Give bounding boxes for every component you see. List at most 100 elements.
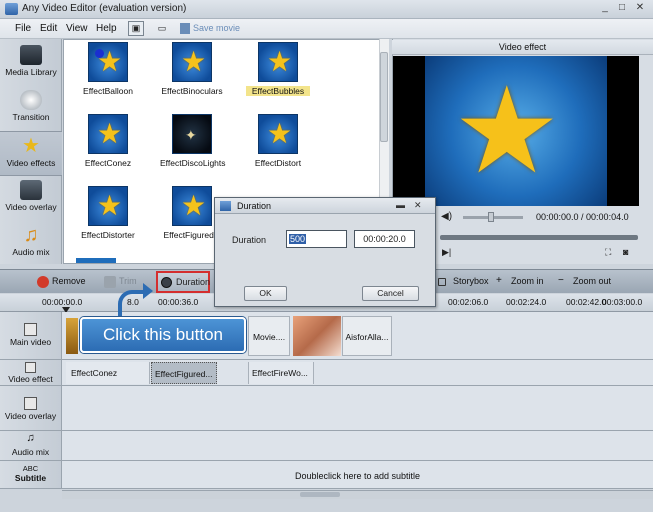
volume-slider-thumb[interactable] (488, 212, 494, 222)
callout-arrowhead (143, 283, 153, 299)
effect-thumb-bubbles[interactable]: ★ EffectBubbles (246, 42, 310, 96)
main-clip-thumb[interactable] (293, 316, 341, 356)
library-scroll-thumb[interactable] (380, 52, 388, 142)
trim-label: Trim (119, 276, 137, 286)
ruler-tick: 00:02:24.0 (506, 297, 547, 307)
timeline-scrollbar[interactable] (62, 490, 653, 499)
star-icon: ★ (453, 64, 561, 198)
abc-icon: ABC (22, 464, 39, 473)
sidebar-item-label: Transition (12, 112, 50, 122)
dialog-icon (220, 201, 231, 211)
time-input[interactable]: 00:00:20.0 (354, 230, 415, 248)
main-clip[interactable]: Movie.... (248, 316, 290, 356)
main-clip[interactable]: AisforAlla... (342, 316, 392, 356)
effect-thumb-distorter[interactable]: ★ EffectDistorter (76, 186, 140, 240)
track-label-text: Main video (9, 337, 52, 347)
effect-label: EffectBalloon (83, 86, 133, 96)
effect-thumb-balloon[interactable]: ★ EffectBalloon (76, 42, 140, 96)
track-label-text: Subtitle (14, 473, 47, 483)
cancel-button[interactable]: Cancel (362, 286, 419, 301)
track-label-text: Audio mix (11, 447, 50, 457)
trim-button[interactable]: Trim (102, 273, 137, 291)
sidebar-item-audio-mix[interactable]: ♫ Audio mix (0, 221, 62, 266)
sidebar-item-label: Video overlay (5, 202, 57, 212)
maximize-button[interactable]: □ (615, 2, 629, 15)
effect-label: EffectDistort (254, 158, 302, 168)
duration-field-label: Duration (232, 235, 267, 245)
screen-mode-icon[interactable]: ▣ (128, 21, 144, 36)
effect-label: EffectBinoculars (161, 86, 223, 96)
effect-preview-image: ★ (88, 186, 128, 226)
sidebar-item-video-overlay[interactable]: Video overlay (0, 176, 62, 221)
save-movie-button[interactable]: Save movie (193, 23, 240, 33)
close-button[interactable]: ✕ (633, 2, 647, 15)
sidebar-item-transition[interactable]: Transition (0, 86, 62, 131)
minimize-button[interactable]: _ (598, 2, 612, 15)
fullscreen-icon[interactable]: ⛶ (605, 247, 611, 258)
overlay-icon (24, 397, 37, 410)
ruler-tick: 00:00:00.0 (42, 297, 83, 307)
effect-track-icon (25, 362, 36, 373)
effect-label: EffectDistorter (81, 230, 135, 240)
overlay-icon (20, 180, 42, 200)
effect-thumb-distort[interactable]: ★ EffectDistort (246, 114, 310, 168)
zoom-out-button[interactable]: − Zoom out (556, 273, 611, 291)
music-note-icon: ♫ (23, 224, 39, 246)
menu-edit[interactable]: Edit (40, 23, 57, 34)
zoom-in-button[interactable]: + Zoom in (494, 273, 544, 291)
remove-button[interactable]: Remove (35, 273, 86, 291)
effect-preview-image: ★ (88, 114, 128, 154)
effect-clip[interactable]: EffectFireWo... (248, 362, 314, 384)
save-disk-icon (180, 23, 190, 34)
track-label-subtitle: ABC Subtitle (0, 461, 62, 489)
playback-progress[interactable] (440, 235, 638, 240)
next-frame-icon[interactable]: ▶| (442, 247, 451, 258)
dialog-close-button[interactable]: ✕ (414, 200, 422, 211)
dialog-minimize-button[interactable]: ▬ (396, 200, 405, 210)
effect-preview-image: ★ (172, 42, 212, 82)
sidebar-item-media-library[interactable]: Media Library (0, 41, 62, 86)
app-icon (5, 3, 18, 15)
frames-input[interactable]: 500 (286, 230, 347, 248)
menu-file[interactable]: File (15, 23, 31, 34)
track-label-video-effect: Video effect (0, 360, 62, 386)
effect-clip-selected[interactable]: EffectFigured... (151, 362, 217, 384)
effect-thumb-discolights[interactable]: ✦ EffectDiscoLights (160, 114, 226, 168)
preview-screen: ★ (393, 56, 639, 206)
effect-thumb-binoculars[interactable]: ★ EffectBinoculars (160, 42, 224, 96)
menu-help[interactable]: Help (96, 23, 117, 34)
disc-icon (20, 90, 42, 110)
effect-thumb-conez[interactable]: ★ EffectConez (76, 114, 140, 168)
sidebar-item-video-effects[interactable]: ★ Video effects (0, 131, 62, 176)
effect-label: EffectConez (84, 158, 132, 168)
trim-icon (104, 276, 116, 288)
monitor-icon[interactable]: ▭ (154, 21, 170, 36)
snapshot-icon[interactable]: ◙ (623, 247, 628, 257)
volume-icon[interactable]: ◀) (441, 211, 452, 222)
effect-clip[interactable]: EffectConez (66, 362, 150, 384)
sidebar-item-label: Media Library (5, 67, 57, 77)
duration-label: Duration (176, 277, 211, 287)
storybox-button[interactable]: Storybox (436, 273, 489, 291)
storybox-icon (438, 278, 446, 286)
ruler-tick: 00:03:00.0 (602, 297, 643, 307)
effect-label: EffectDiscoLights (160, 158, 226, 168)
ok-button[interactable]: OK (244, 286, 287, 301)
menu-view[interactable]: View (66, 23, 88, 34)
video-overlay-track[interactable] (62, 386, 653, 431)
sidebar-item-label: Audio mix (12, 247, 50, 257)
track-label-audio-mix: ♫ Audio mix (0, 431, 62, 461)
ruler-tick: 00:02:06.0 (448, 297, 489, 307)
clock-icon (161, 277, 172, 288)
subtitle-hint[interactable]: Doubleclick here to add subtitle (62, 465, 653, 487)
effect-preview-image: ★ (88, 42, 128, 82)
preview-title: Video effect (392, 40, 653, 55)
timeline-scroll-thumb[interactable] (300, 492, 340, 497)
track-label-text: Video effect (8, 374, 53, 384)
main-clip-thumb[interactable] (66, 318, 78, 354)
track-label-main-video: Main video (0, 312, 62, 360)
duration-button[interactable]: Duration (156, 271, 210, 293)
callout-annotation: Click this button (80, 317, 246, 353)
audio-mix-track[interactable] (62, 431, 653, 461)
effect-label: EffectBubbles (246, 86, 310, 96)
